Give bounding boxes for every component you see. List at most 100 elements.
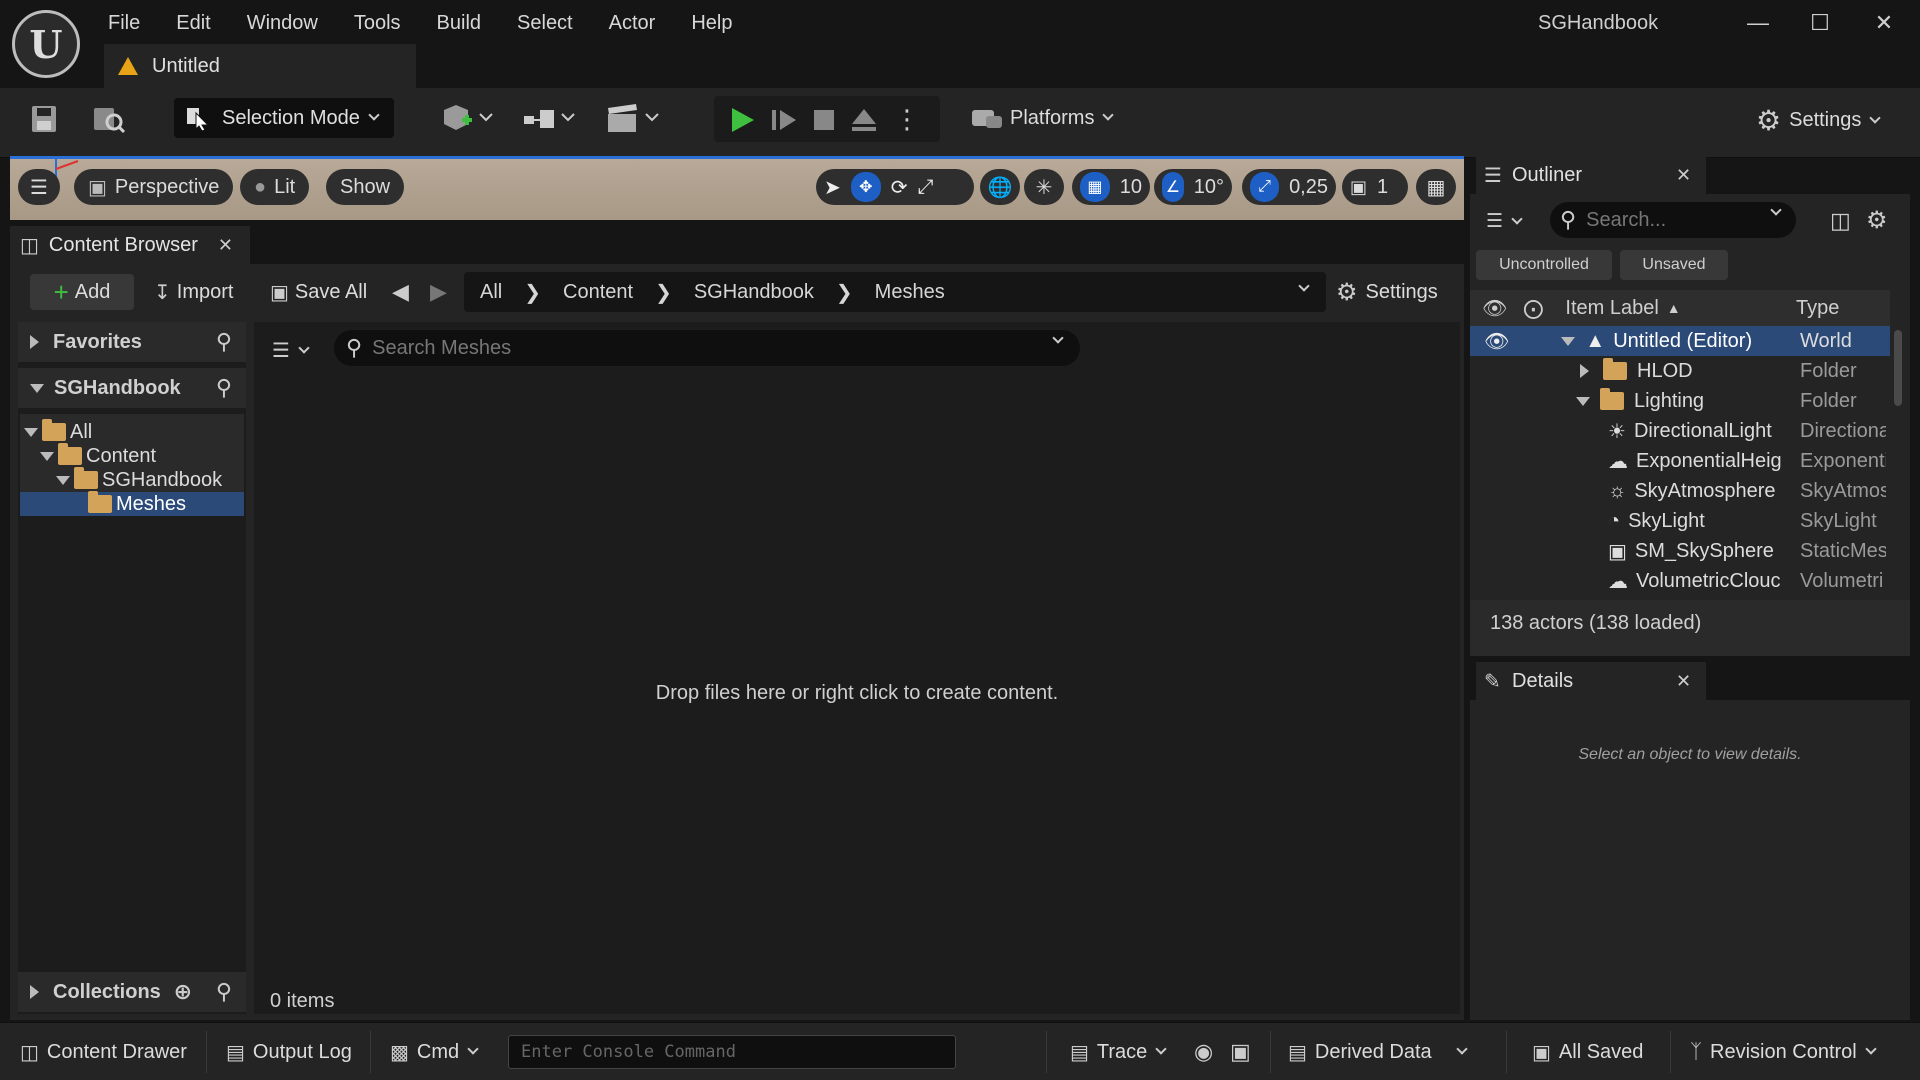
content-drawer-button[interactable]: ◫ Content Drawer bbox=[20, 1037, 187, 1067]
visibility-icon[interactable]: 👁 bbox=[1484, 329, 1509, 354]
eject-icon[interactable] bbox=[850, 106, 878, 134]
unreal-logo-icon[interactable]: U bbox=[12, 10, 80, 78]
layout-icon[interactable]: ▦ bbox=[1416, 169, 1456, 205]
details-tab[interactable]: ✎ Details ✕ bbox=[1476, 662, 1706, 700]
save-all-button[interactable]: ▣ Save All bbox=[270, 274, 367, 310]
show-button[interactable]: Show bbox=[326, 169, 405, 205]
play-icon[interactable] bbox=[728, 106, 756, 134]
advance-frame-icon[interactable] bbox=[770, 106, 798, 134]
menu-edit[interactable]: Edit bbox=[158, 8, 228, 38]
breadcrumb-all[interactable]: All bbox=[480, 281, 502, 304]
breadcrumb-content[interactable]: Content bbox=[563, 281, 633, 304]
outliner-scrollbar[interactable] bbox=[1894, 330, 1902, 406]
all-saved-button[interactable]: ▣ All Saved bbox=[1532, 1037, 1643, 1067]
outliner-row[interactable]: ▣ SM_SkySphere StaticMes bbox=[1470, 536, 1890, 566]
asset-view[interactable]: ☰ ⚲ Search Meshes Drop files here or rig… bbox=[254, 322, 1460, 1014]
history-forward-icon[interactable]: ▶ bbox=[430, 274, 447, 310]
close-tab-icon[interactable]: ✕ bbox=[1676, 165, 1691, 186]
settings-dropdown[interactable]: ⚙ Settings bbox=[1756, 104, 1882, 137]
project-header[interactable]: SGHandbook ⚲ bbox=[18, 368, 246, 408]
blueprint-icon[interactable] bbox=[522, 102, 578, 136]
perspective-button[interactable]: ▣ Perspective bbox=[74, 169, 234, 205]
chevron-down-icon[interactable] bbox=[1052, 332, 1064, 344]
minimize-icon[interactable]: — bbox=[1738, 8, 1778, 38]
outliner-row[interactable]: HLOD Folder bbox=[1470, 356, 1890, 386]
scale-snap-toggle[interactable]: ⤢ 0,25 bbox=[1242, 169, 1336, 205]
unsaved-chip[interactable]: Unsaved bbox=[1620, 250, 1728, 280]
outliner-row[interactable]: ☀ DirectionalLight Directiona bbox=[1470, 416, 1890, 446]
console-command-input[interactable]: Enter Console Command bbox=[508, 1035, 956, 1069]
favorites-header[interactable]: Favorites ⚲ bbox=[18, 322, 246, 362]
close-tab-icon[interactable]: ✕ bbox=[218, 235, 233, 256]
level-viewport[interactable]: ☰ ▣ Perspective ● Lit Show ➤ ✥ ⟳ ⤢ 🌐 ✳ ▦… bbox=[10, 156, 1464, 220]
outliner-row[interactable]: ☁ VolumetricClouc Volumetri bbox=[1470, 566, 1890, 596]
search-icon[interactable]: ⚲ bbox=[216, 979, 232, 1005]
browse-icon[interactable] bbox=[92, 104, 126, 134]
rotate-tool-icon[interactable]: ⟳ bbox=[891, 175, 908, 200]
gear-icon[interactable]: ⚙ bbox=[1866, 206, 1888, 235]
content-settings-button[interactable]: ⚙ Settings bbox=[1336, 274, 1438, 310]
snapshot-icon[interactable]: ▣ bbox=[1230, 1037, 1251, 1067]
filter-dropdown[interactable]: ☰ bbox=[272, 338, 310, 363]
derived-data-dropdown[interactable]: ▤ Derived Data bbox=[1288, 1037, 1468, 1067]
grid-snap-toggle[interactable]: ▦ 10 bbox=[1072, 169, 1150, 205]
world-space-icon[interactable]: 🌐 bbox=[980, 169, 1020, 205]
item-label-header[interactable]: Item Label bbox=[1565, 297, 1658, 320]
close-tab-icon[interactable]: ✕ bbox=[1676, 671, 1691, 692]
history-back-icon[interactable]: ◀ bbox=[392, 274, 409, 310]
chevron-right-icon[interactable]: ❯ bbox=[836, 280, 853, 305]
platforms-dropdown[interactable]: Platforms bbox=[970, 104, 1115, 132]
menu-window[interactable]: Window bbox=[229, 8, 336, 38]
search-meshes-input[interactable]: ⚲ Search Meshes bbox=[334, 330, 1080, 366]
maximize-icon[interactable]: ☐ bbox=[1800, 8, 1840, 38]
revision-control-dropdown[interactable]: ᛉ Revision Control bbox=[1690, 1037, 1877, 1067]
stop-icon[interactable] bbox=[810, 106, 838, 134]
outliner-filter-dropdown[interactable]: ☰ bbox=[1486, 210, 1523, 233]
menu-file[interactable]: File bbox=[90, 8, 158, 38]
pin-icon[interactable]: ⨀ bbox=[1523, 296, 1543, 321]
cinematics-icon[interactable] bbox=[606, 102, 662, 136]
menu-tools[interactable]: Tools bbox=[336, 8, 419, 38]
scale-tool-icon[interactable]: ⤢ bbox=[918, 176, 934, 199]
chevron-right-icon[interactable]: ❯ bbox=[655, 280, 672, 305]
add-actor-icon[interactable] bbox=[440, 102, 496, 136]
add-collection-icon[interactable]: ⊕ bbox=[174, 979, 192, 1005]
camera-speed-button[interactable]: ▣ 1 bbox=[1342, 169, 1408, 205]
selection-mode-dropdown[interactable]: Selection Mode bbox=[174, 98, 394, 138]
chevron-down-icon[interactable] bbox=[1770, 204, 1782, 216]
menu-help[interactable]: Help bbox=[673, 8, 750, 38]
tree-item-content[interactable]: Content bbox=[40, 443, 156, 468]
close-window-icon[interactable]: ✕ bbox=[1864, 8, 1904, 38]
outliner-row[interactable]: Lighting Folder bbox=[1470, 386, 1890, 416]
cmd-dropdown[interactable]: ▩ Cmd bbox=[390, 1037, 479, 1067]
level-tab[interactable]: Untitled bbox=[104, 44, 416, 88]
viewport-menu-icon[interactable]: ☰ bbox=[18, 169, 60, 205]
outliner-search-input[interactable]: ⚲ Search... bbox=[1550, 202, 1796, 238]
add-button[interactable]: + Add bbox=[30, 274, 134, 310]
search-icon[interactable]: ⚲ bbox=[216, 375, 232, 401]
type-header[interactable]: Type bbox=[1796, 297, 1839, 320]
chevron-down-icon[interactable] bbox=[1298, 280, 1310, 292]
outliner-row[interactable]: ☼ SkyAtmosphere SkyAtmos bbox=[1470, 476, 1890, 506]
output-log-button[interactable]: ▤ Output Log bbox=[226, 1037, 352, 1067]
breadcrumb-meshes[interactable]: Meshes bbox=[875, 281, 945, 304]
trace-dropdown[interactable]: ▤ Trace bbox=[1070, 1037, 1167, 1067]
uncontrolled-chip[interactable]: Uncontrolled bbox=[1476, 250, 1612, 280]
add-folder-icon[interactable]: ◫ bbox=[1830, 208, 1851, 234]
menu-actor[interactable]: Actor bbox=[591, 8, 674, 38]
menu-build[interactable]: Build bbox=[419, 8, 499, 38]
lit-button[interactable]: ● Lit bbox=[240, 169, 310, 205]
tree-item-sghandbook[interactable]: SGHandbook bbox=[56, 467, 222, 492]
tree-item-meshes[interactable]: Meshes bbox=[88, 491, 186, 516]
collections-header[interactable]: Collections ⊕ ⚲ bbox=[18, 972, 246, 1012]
outliner-tab[interactable]: ☰ Outliner ✕ bbox=[1476, 156, 1706, 194]
tree-item-all[interactable]: All bbox=[24, 419, 92, 444]
chevron-right-icon[interactable]: ❯ bbox=[524, 280, 541, 305]
outliner-row[interactable]: ◔ SkyLight SkyLight bbox=[1470, 506, 1890, 536]
menu-select[interactable]: Select bbox=[499, 8, 591, 38]
translate-tool-icon[interactable]: ✥ bbox=[850, 172, 881, 202]
import-button[interactable]: ↧ Import bbox=[154, 274, 233, 310]
more-options-icon[interactable]: ⋮ bbox=[894, 104, 920, 134]
content-browser-tab[interactable]: ◫ Content Browser ✕ bbox=[10, 226, 250, 264]
save-icon[interactable] bbox=[30, 104, 58, 134]
